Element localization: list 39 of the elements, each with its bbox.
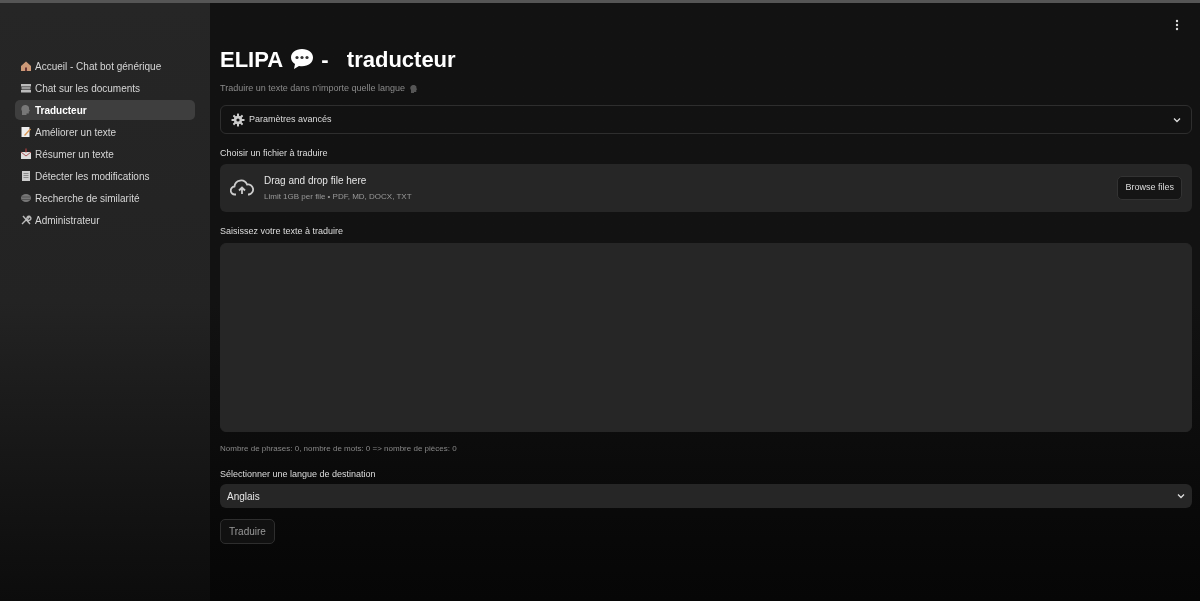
page-title: ELIPA — [220, 45, 284, 74]
sidebar-item[interactable]: Chat sur les documents — [15, 78, 195, 98]
expander-label: Paramètres avancés — [249, 112, 332, 126]
sidebar-item[interactable]: Améliorer un texte — [15, 122, 195, 142]
count-info: Nombre de phrases: 0, nombre de mots: 0 => nombre de pièces: 0 — [220, 443, 458, 455]
sidebar-item[interactable]: Détecter les modifications — [15, 166, 195, 186]
advanced-settings-expander[interactable]: Paramètres avancés — [220, 105, 1192, 134]
menu-item-icon — [20, 126, 32, 138]
language-select[interactable]: Anglais — [220, 484, 1192, 508]
field-label: Choisir un fichier à traduire — [220, 147, 329, 159]
sidebar-item[interactable]: Résumer un texte — [15, 144, 195, 164]
browse-files-button[interactable]: Browse files — [1117, 176, 1182, 200]
menu-item-icon — [20, 170, 32, 182]
translate-button[interactable]: Traduire — [220, 519, 275, 544]
subtitle: Traduire un texte dans n'importe quelle langue — [220, 82, 405, 96]
menu-item-icon — [20, 214, 32, 226]
menu-item-icon — [20, 60, 32, 72]
gear-icon — [231, 112, 245, 127]
sidebar-item[interactable]: Recherche de similarité — [15, 188, 195, 208]
chevron-down-icon — [1173, 116, 1181, 123]
chevron-down-icon — [1177, 493, 1185, 499]
upload-limits: Limit 1GB per file • PDF, MD, DOCX, TXT — [264, 191, 412, 203]
select-value: Anglais — [227, 489, 260, 504]
sidebar-item[interactable]: Traducteur — [15, 100, 195, 120]
field-label: Sélectionner une langue de destination — [220, 468, 377, 480]
sidebar-item[interactable]: Accueil - Chat bot générique — [15, 56, 195, 76]
field-label: Saisissez votre texte à traduire — [220, 225, 345, 237]
menu-item-icon — [20, 82, 32, 94]
speech-bubble-icon — [289, 47, 316, 71]
dropzone-text: Drag and drop file here — [264, 174, 368, 188]
page-title: - traducteur — [321, 45, 456, 74]
sidebar-item[interactable]: Administrateur — [15, 210, 195, 230]
file-dropzone[interactable]: Drag and drop file here Limit 1GB per file • PDF, MD, DOCX, TXT Browse files — [220, 164, 1192, 212]
menu-item-icon — [20, 104, 32, 116]
cloud-upload-icon — [230, 179, 254, 197]
menu-item-icon — [20, 192, 32, 204]
speaking-head-icon — [409, 84, 419, 94]
menu-item-icon — [20, 148, 32, 160]
text-input-area[interactable] — [220, 243, 1192, 432]
